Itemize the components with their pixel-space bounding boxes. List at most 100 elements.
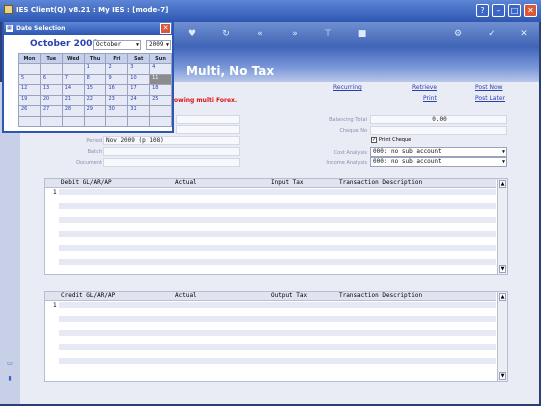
table-row[interactable] <box>59 252 496 259</box>
close-button[interactable]: ✕ <box>524 4 537 17</box>
income-analysis-select[interactable]: 000: no sub account ▼ <box>370 157 507 167</box>
document-field[interactable] <box>103 158 240 167</box>
calendar-day[interactable]: 12 <box>18 84 41 96</box>
scroll-up-icon[interactable]: ▲ <box>499 293 506 301</box>
calendar-day[interactable]: 29 <box>83 105 107 117</box>
calendar-day[interactable]: 24 <box>127 94 151 106</box>
table-row[interactable] <box>59 302 496 309</box>
table-row[interactable] <box>59 210 496 217</box>
table-row[interactable] <box>59 196 496 203</box>
calendar-day[interactable]: 10 <box>127 73 151 85</box>
period-field[interactable]: Nov 2009 (p 108) <box>103 136 240 145</box>
cost-analysis-select[interactable]: 000: no sub account ▼ <box>370 147 507 157</box>
calendar-day[interactable]: 16 <box>105 84 129 96</box>
dialog-titlebar[interactable]: ▦ Date Selection <box>4 22 172 35</box>
table-row[interactable] <box>59 245 496 252</box>
calendar-day[interactable]: 11 <box>149 73 172 85</box>
table-row[interactable] <box>59 259 496 266</box>
expand-icon[interactable]: ▮ <box>6 375 14 383</box>
print-cheque-checkbox[interactable]: ✓ <box>371 137 377 143</box>
scroll-down-icon[interactable]: ▼ <box>499 265 506 273</box>
stop-icon[interactable]: ■ <box>356 28 368 40</box>
calendar-day[interactable]: 25 <box>149 94 172 106</box>
table-row[interactable] <box>59 224 496 231</box>
batch-field[interactable] <box>103 147 240 156</box>
table-row[interactable] <box>59 337 496 344</box>
calendar-day[interactable]: 21 <box>61 94 85 106</box>
column-header[interactable]: Output Tax <box>271 292 307 300</box>
calendar-day[interactable]: 7 <box>61 73 85 85</box>
post-now-link[interactable]: Post Now <box>475 84 503 91</box>
calendar-day[interactable]: 13 <box>39 84 63 96</box>
calendar-day[interactable]: 26 <box>18 105 41 117</box>
first-record-icon[interactable]: « <box>254 28 266 40</box>
column-header[interactable]: Actual <box>175 292 197 300</box>
table-row[interactable] <box>59 316 496 323</box>
credit-grid[interactable]: Credit GL/AR/AP Actual Output Tax Transa… <box>44 291 508 382</box>
calendar-day[interactable]: 8 <box>83 73 107 85</box>
retrieve-link[interactable]: Retrieve <box>412 84 437 91</box>
month-select[interactable]: October ▼ <box>93 40 141 50</box>
table-row[interactable] <box>59 217 496 224</box>
table-row[interactable] <box>59 189 496 196</box>
date-selection-dialog[interactable]: ▦ Date Selection ✕ October 2009 October … <box>2 20 174 133</box>
calendar-day[interactable]: 23 <box>105 94 129 106</box>
dialog-close-button[interactable]: ✕ <box>160 23 171 34</box>
settings-icon[interactable]: ⚙ <box>452 28 464 40</box>
calendar-day[interactable]: 6 <box>39 73 63 85</box>
bookmark-icon[interactable]: ⊤ <box>322 28 334 40</box>
heart-icon[interactable]: ♥ <box>186 28 198 40</box>
calendar-day[interactable]: 22 <box>83 94 107 106</box>
calendar-day[interactable]: 15 <box>83 84 107 96</box>
calendar-day[interactable]: 20 <box>39 94 63 106</box>
table-row[interactable] <box>59 323 496 330</box>
credit-grid-scrollbar[interactable]: ▲ ▼ <box>497 292 507 381</box>
refresh-icon[interactable]: ↻ <box>220 28 232 40</box>
help-button[interactable]: ? <box>476 4 489 17</box>
cheque-no-field[interactable] <box>370 126 507 135</box>
calendar-day[interactable]: 30 <box>105 105 129 117</box>
table-row[interactable] <box>59 238 496 245</box>
calendar-day[interactable]: 27 <box>39 105 63 117</box>
table-row[interactable] <box>59 344 496 351</box>
check-icon[interactable]: ✓ <box>486 28 498 40</box>
calendar-day[interactable]: 5 <box>18 73 41 85</box>
recurring-link[interactable]: Recurring <box>333 84 362 91</box>
column-header[interactable]: Input Tax <box>271 179 304 187</box>
calendar-day[interactable]: 28 <box>61 105 85 117</box>
column-header[interactable]: Credit GL/AR/AP <box>61 292 115 300</box>
last-record-icon[interactable]: » <box>289 28 301 40</box>
calendar-day[interactable]: 14 <box>61 84 85 96</box>
date-field[interactable] <box>176 125 240 134</box>
table-row[interactable] <box>59 351 496 358</box>
year-select[interactable]: 2009 ▼ <box>146 40 171 50</box>
column-header[interactable]: Actual <box>175 179 197 187</box>
calendar-day[interactable]: 18 <box>149 84 172 96</box>
column-header[interactable]: Transaction Description <box>339 179 422 187</box>
scroll-up-icon[interactable]: ▲ <box>499 180 506 188</box>
table-row[interactable] <box>59 203 496 210</box>
debit-grid[interactable]: Debit GL/AR/AP Actual Input Tax Transact… <box>44 178 508 275</box>
table-row[interactable] <box>59 231 496 238</box>
debit-grid-rows[interactable] <box>59 189 496 266</box>
calendar-day[interactable]: 31 <box>127 105 151 117</box>
minimize-button[interactable]: – <box>492 4 505 17</box>
maximize-button[interactable]: □ <box>508 4 521 17</box>
info-icon[interactable]: ▭ <box>6 360 14 368</box>
scroll-down-icon[interactable]: ▼ <box>499 372 506 380</box>
credit-grid-rows[interactable] <box>59 302 496 372</box>
calendar-day[interactable]: 2 <box>105 63 129 75</box>
table-row[interactable] <box>59 330 496 337</box>
table-row[interactable] <box>59 358 496 365</box>
calendar-day[interactable]: 17 <box>127 84 151 96</box>
post-later-link[interactable]: Post Later <box>475 95 505 102</box>
calendar-day[interactable]: 9 <box>105 73 129 85</box>
column-header[interactable]: Transaction Description <box>339 292 422 300</box>
cancel-icon[interactable]: ✕ <box>518 28 530 40</box>
print-link[interactable]: Print <box>423 95 437 102</box>
table-row[interactable] <box>59 365 496 372</box>
reference-field[interactable] <box>176 115 240 124</box>
table-row[interactable] <box>59 309 496 316</box>
calendar-day[interactable]: 19 <box>18 94 41 106</box>
calendar-day[interactable]: 3 <box>127 63 151 75</box>
